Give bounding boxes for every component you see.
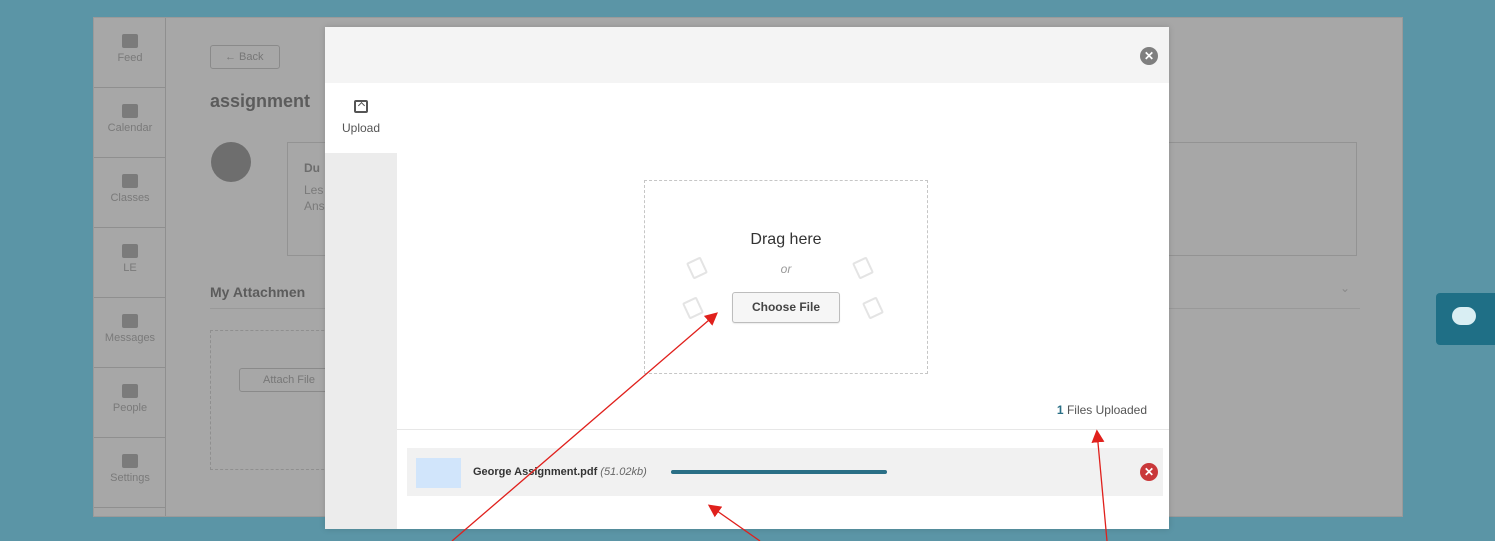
sidebar-item-messages[interactable]: Messages [94, 298, 166, 368]
drag-here-label: Drag here [750, 231, 822, 248]
files-uploaded-label: Files Uploaded [1066, 403, 1147, 417]
sidebar-item-label: Feed [117, 52, 143, 64]
sidebar-item-le[interactable]: LE [94, 228, 166, 298]
sidebar-item-settings[interactable]: Settings [94, 438, 166, 508]
file-thumbnail [416, 458, 461, 488]
tab-upload[interactable]: Upload [325, 83, 397, 153]
uploaded-file-row: George Assignment.pdf (51.02kb) ✕ [407, 448, 1163, 496]
files-uploaded-status: 1 Files Uploaded [1057, 403, 1147, 417]
sidebar-item-classes[interactable]: Classes [94, 158, 166, 228]
modal-sidebar: Upload [325, 83, 397, 529]
upload-progress-bar [671, 470, 887, 474]
file-name-text: George Assignment.pdf [473, 466, 598, 478]
sidebar-item-calendar[interactable]: Calendar [94, 88, 166, 158]
file-name: George Assignment.pdf (51.02kb) [473, 466, 647, 478]
sidebar-item-label: Settings [110, 472, 150, 484]
back-button[interactable]: ← Back [210, 45, 280, 69]
avatar [211, 142, 251, 182]
classes-icon [122, 174, 138, 188]
upload-modal: ✕ Upload Drag here or Choose File 1 File… [325, 27, 1169, 529]
calendar-icon [122, 104, 138, 118]
attach-file-button[interactable]: Attach File [239, 368, 339, 392]
piggy-bank-icon [122, 244, 138, 258]
feed-icon [122, 34, 138, 48]
files-count: 1 [1056, 403, 1064, 417]
upload-progress-fill [671, 470, 887, 474]
person-icon [122, 384, 138, 398]
page-title: assignment [210, 91, 311, 111]
remove-file-icon[interactable]: ✕ [1140, 463, 1158, 481]
envelope-icon [122, 314, 138, 328]
document-icon [681, 296, 705, 320]
attachments-heading: My Attachmen [210, 284, 306, 300]
file-size: (51.02kb) [600, 466, 647, 478]
sidebar-item-label: LE [123, 262, 137, 274]
upload-icon [354, 100, 368, 113]
modal-header: ✕ [325, 27, 1169, 83]
sidebar-item-label: Classes [110, 192, 150, 204]
app-sidebar: Feed Calendar Classes LE Messages People… [94, 18, 166, 516]
comment-text-line: Les [304, 183, 324, 197]
sidebar-item-feed[interactable]: Feed [94, 18, 166, 88]
chat-button[interactable] [1436, 293, 1495, 345]
tab-label: Upload [341, 121, 381, 135]
comment-text-line: Ans [304, 199, 325, 213]
or-label: or [780, 262, 792, 276]
file-dropzone[interactable]: Drag here or Choose File [644, 180, 928, 374]
divider [397, 429, 1169, 430]
comment-author: Du [304, 161, 320, 175]
document-icon [861, 296, 885, 320]
gear-icon [122, 454, 138, 468]
chat-bubble-icon [1452, 307, 1476, 325]
close-icon[interactable]: ✕ [1140, 47, 1158, 65]
sidebar-item-people[interactable]: People [94, 368, 166, 438]
sidebar-item-label: People [112, 402, 148, 414]
sidebar-item-label: Calendar [107, 122, 153, 134]
chevron-down-icon[interactable]: ⌄ [1340, 281, 1350, 295]
choose-file-button[interactable]: Choose File [732, 292, 840, 323]
sidebar-item-label: Messages [104, 332, 156, 344]
